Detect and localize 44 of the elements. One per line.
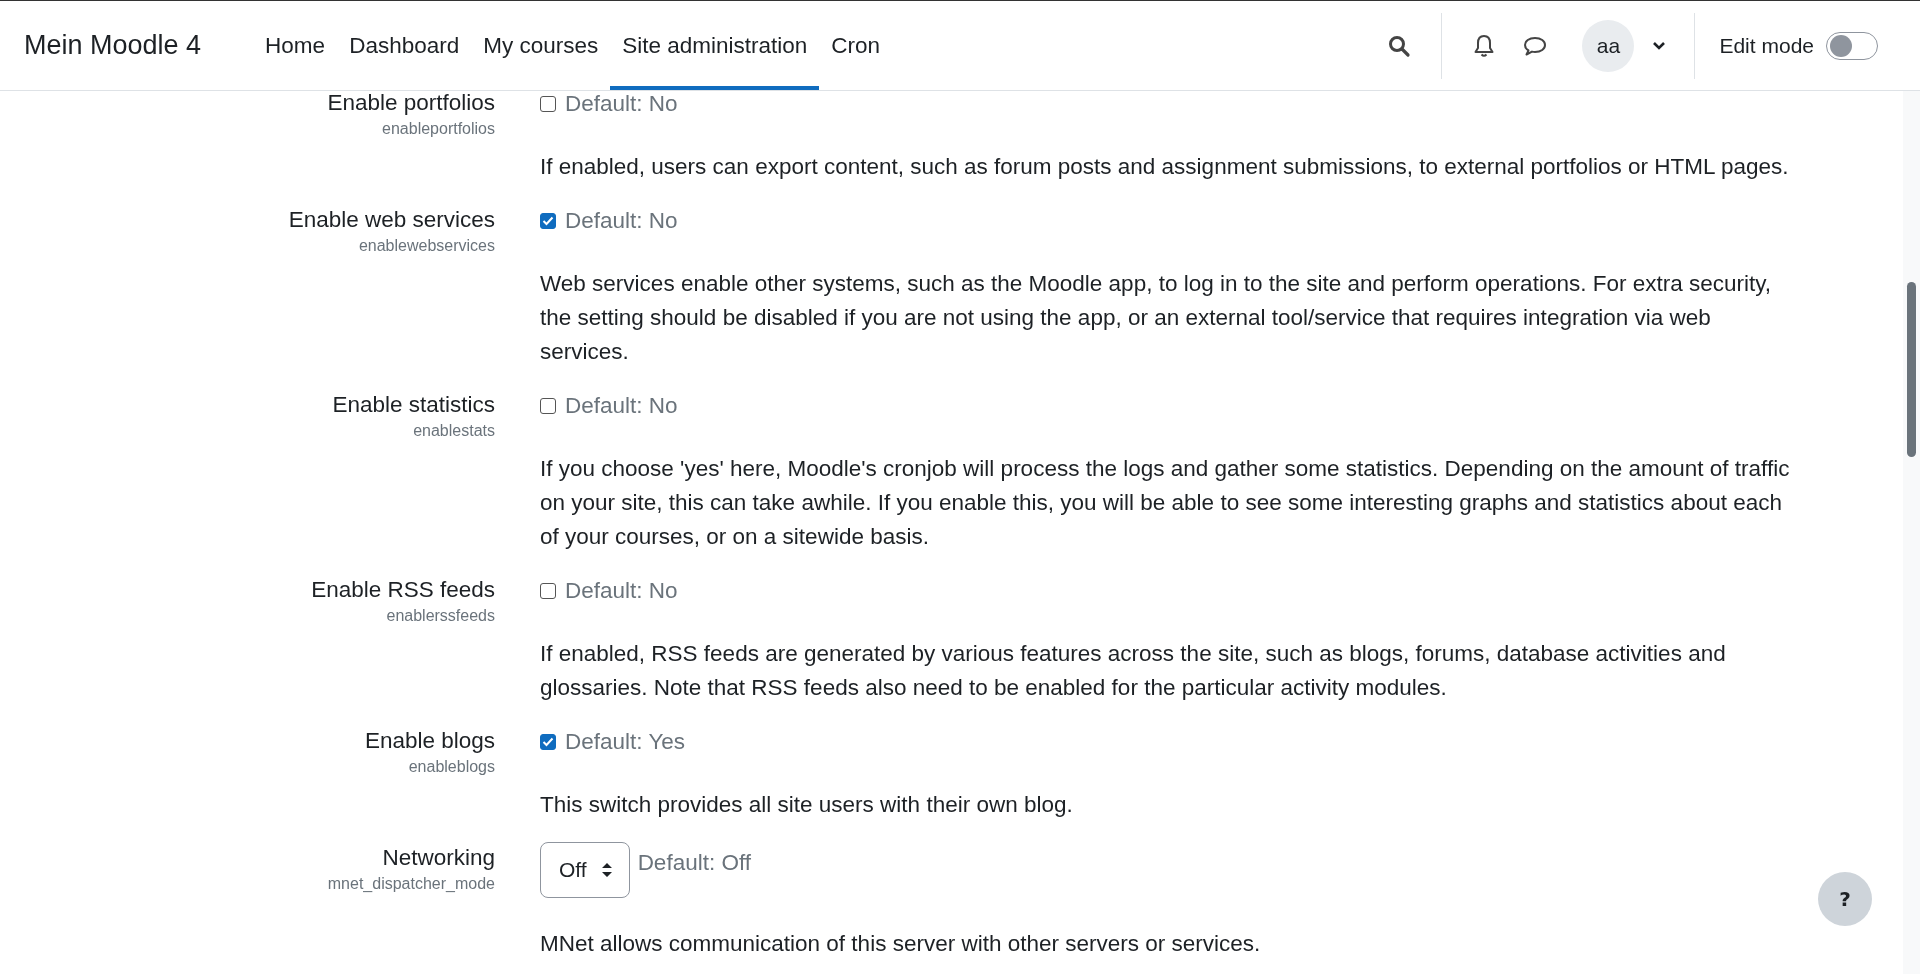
- setting-description: If you choose 'yes' here, Moodle's cronjob will process the logs and gather some statistics. Depending on the amount of traffic on your site, this can take awhile. If you enable this, you will be able to see some interesting graphs and statistics about each of your courses, or on a sitewide basis.: [540, 455, 1790, 551]
- edit-mode-toggle[interactable]: [1826, 31, 1878, 60]
- setting-label: Networking: [382, 844, 495, 872]
- checkbox[interactable]: [540, 734, 556, 750]
- sort-arrows-icon: [600, 861, 613, 879]
- help-button[interactable]: ?: [1818, 872, 1872, 926]
- setting-key: enablewebservices: [358, 234, 495, 258]
- default-value: Default: Yes: [565, 729, 686, 755]
- nav-link[interactable]: My courses: [471, 1, 611, 90]
- setting-key: mnet_dispatcher_mode: [327, 872, 495, 896]
- user-avatar[interactable]: aa: [1582, 19, 1635, 72]
- setting-label: Enable web services: [288, 206, 495, 234]
- scrollbar[interactable]: [1903, 91, 1920, 974]
- setting-key: enableportfolios: [382, 117, 495, 141]
- edit-mode-label: Edit mode: [1719, 33, 1814, 58]
- nav-link[interactable]: Home: [253, 1, 338, 90]
- default-value: Default: Off: [637, 850, 751, 876]
- setting-description: MNet allows communication of this server with other servers or services.: [540, 930, 1262, 958]
- nav-link[interactable]: Cron: [819, 1, 893, 90]
- nav-link[interactable]: Site administration: [610, 1, 820, 90]
- setting-description: This switch provides all site users with their own blog.: [540, 791, 1074, 819]
- checkbox[interactable]: [540, 96, 556, 112]
- select-dropdown[interactable]: Off: [540, 842, 630, 898]
- setting-key: enableblogs: [408, 755, 495, 779]
- default-value: Default: No: [565, 578, 678, 604]
- setting-description: If enabled, RSS feeds are generated by various features across the site, such as blogs, forums, database activities and glossaries. Note that RSS feeds also need to be enabled for the particular activity modules.: [540, 640, 1727, 702]
- setting-description: Web services enable other systems, such as the Moodle app, to log in to the site and perform operations. For extra security, the setting should be disabled if you are not using the app, or an external tool/service that requires integration via web services.: [540, 270, 1773, 366]
- setting-key: enablerssfeeds: [386, 604, 495, 628]
- default-value: Default: No: [565, 208, 678, 234]
- default-value: Default: No: [565, 393, 678, 419]
- nav-link[interactable]: Dashboard: [337, 1, 472, 90]
- setting-description: If enabled, users can export content, such as forum posts and assignment submissions, to external portfolios or HTML pages.: [540, 153, 1790, 181]
- checkbox[interactable]: [540, 213, 556, 229]
- setting-label: Enable portfolios: [327, 89, 495, 117]
- setting-label: Enable RSS feeds: [311, 576, 495, 604]
- checkbox[interactable]: [540, 398, 556, 414]
- setting-label: Enable blogs: [364, 727, 495, 755]
- search-icon[interactable]: [1387, 33, 1412, 58]
- setting-key: enablestats: [413, 419, 495, 443]
- default-value: Default: No: [565, 91, 678, 117]
- caret-icon[interactable]: [1652, 40, 1667, 51]
- site-name[interactable]: Mein Moodle 4: [24, 30, 202, 61]
- checkbox[interactable]: [540, 583, 556, 599]
- setting-label: Enable statistics: [332, 391, 495, 419]
